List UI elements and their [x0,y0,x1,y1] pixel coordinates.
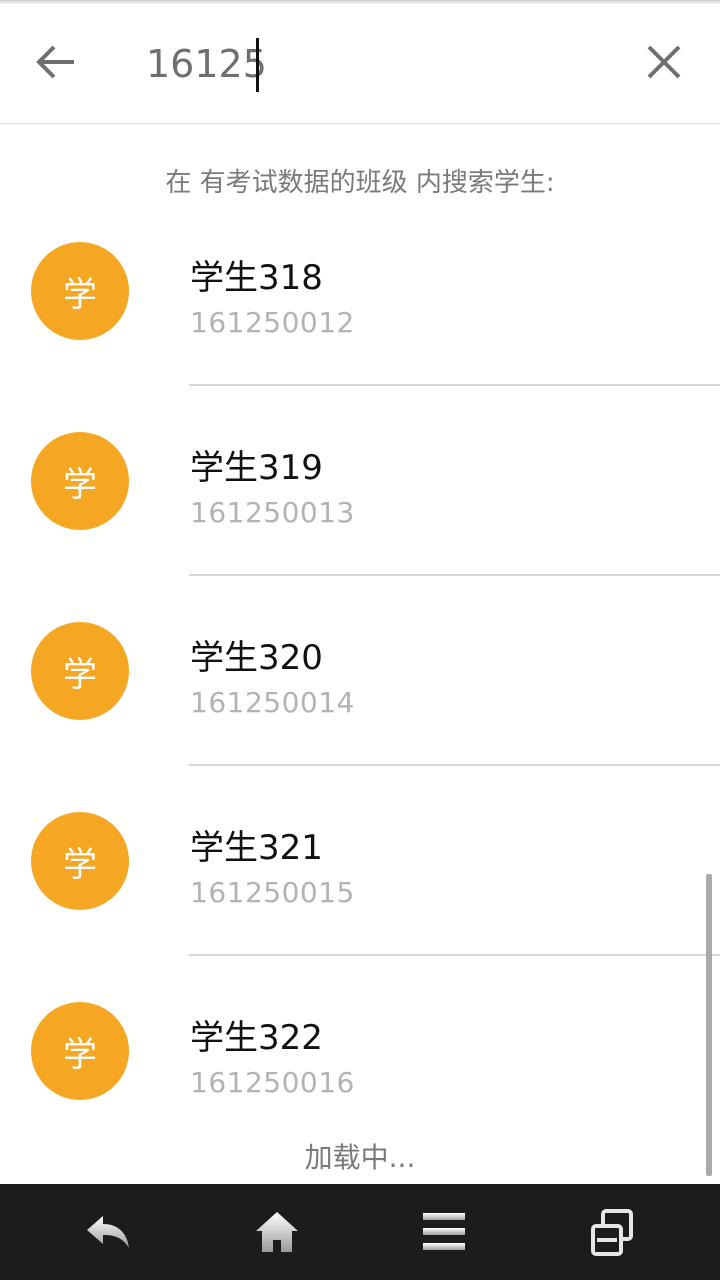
student-name: 学生319 [190,448,323,488]
student-name: 学生320 [190,638,323,678]
student-id: 161250013 [190,496,355,529]
search-bar [0,4,720,124]
nav-menu-icon [423,1213,465,1250]
nav-home-icon [256,1212,298,1252]
nav-back-button[interactable] [78,1202,138,1262]
arrow-left-icon [36,45,74,79]
clear-search-button[interactable] [634,32,694,92]
avatar: 学 [31,1002,129,1100]
avatar: 学 [31,432,129,530]
student-list: 学 学生318 161250012 学 学生319 161250013 学 学生… [0,196,720,1146]
loading-indicator: 加载中... [304,1141,416,1174]
search-input[interactable] [146,34,606,94]
close-icon [647,45,681,79]
nav-menu-button[interactable] [414,1202,474,1262]
avatar: 学 [31,812,129,910]
scrollbar[interactable] [706,874,712,1176]
student-list-item[interactable]: 学 学生319 161250013 [0,386,720,576]
student-name: 学生322 [190,1018,323,1058]
student-id: 161250014 [190,686,355,719]
student-list-item[interactable]: 学 学生318 161250012 [0,196,720,386]
back-button[interactable] [26,32,86,92]
student-name: 学生321 [190,828,323,868]
text-caret [256,38,259,92]
student-name: 学生318 [190,258,323,298]
system-navbar [0,1184,720,1280]
nav-recent-icon [591,1209,633,1256]
search-scope-hint: 在 有考试数据的班级 内搜索学生: [165,168,555,198]
student-id: 161250015 [190,876,355,909]
nav-recent-button[interactable] [582,1202,642,1262]
student-list-item[interactable]: 学 学生321 161250015 [0,766,720,956]
student-list-item[interactable]: 学 学生320 161250014 [0,576,720,766]
student-id: 161250012 [190,306,355,339]
nav-home-button[interactable] [247,1202,307,1262]
nav-back-icon [87,1216,129,1248]
avatar: 学 [31,622,129,720]
student-list-item[interactable]: 学 学生322 161250016 [0,956,720,1146]
avatar: 学 [31,242,129,340]
student-id: 161250016 [190,1066,355,1099]
